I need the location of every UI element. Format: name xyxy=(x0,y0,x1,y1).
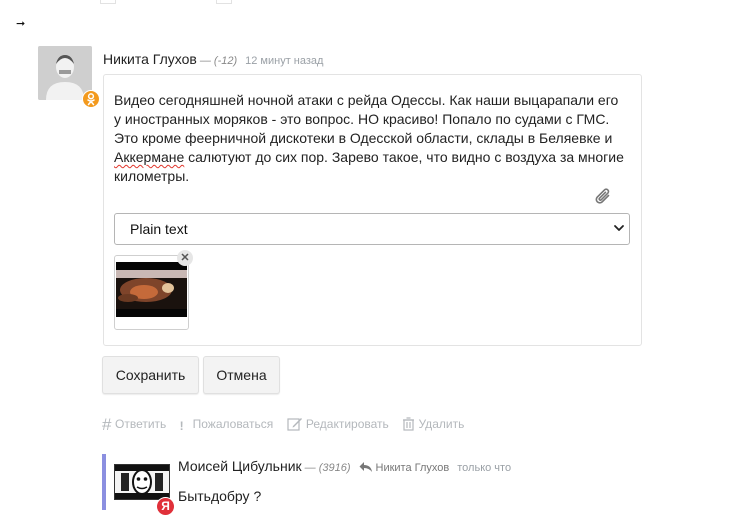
trash-icon xyxy=(216,0,232,4)
edit-action[interactable]: Редактировать xyxy=(286,417,389,431)
avatar[interactable] xyxy=(114,464,170,500)
reply-arrow-icon xyxy=(359,462,372,472)
editor-text-tail: салютуют до сих пор. Зарево такое, что в… xyxy=(114,149,624,184)
misspelled-word: Аккермане xyxy=(114,149,185,165)
author-rating: — (3916) xyxy=(304,462,351,474)
comment-textarea[interactable]: Видео сегодняшней ночной атаки с рейда О… xyxy=(114,91,624,186)
cancel-button[interactable]: Отмена xyxy=(203,356,280,394)
editor-text: Видео сегодняшней ночной атаки с рейда О… xyxy=(114,92,619,146)
attachment-thumbnail[interactable] xyxy=(114,255,189,330)
edit-icon xyxy=(100,0,116,4)
odnoklassniki-icon xyxy=(82,90,100,108)
exclamation-icon: ! xyxy=(179,419,184,433)
trash-icon xyxy=(403,417,415,431)
paperclip-icon[interactable] xyxy=(593,185,615,207)
comment-timestamp[interactable]: 12 минут назад xyxy=(245,55,323,67)
edit-label: Редактировать xyxy=(305,417,389,431)
report-action[interactable]: ! Пожаловаться xyxy=(180,417,274,433)
text-format-value: Plain text xyxy=(130,221,188,237)
author-rating: — (-12) xyxy=(199,55,238,67)
comment-meta: Никита Глухов — (-12) 12 минут назад xyxy=(103,51,323,67)
comment-editor: Видео сегодняшней ночной атаки с рейда О… xyxy=(103,74,642,346)
report-label: Пожаловаться xyxy=(192,417,274,431)
comment-timestamp[interactable]: только что xyxy=(457,462,511,474)
text-format-select[interactable]: Plain text xyxy=(114,213,630,245)
collapse-arrow-icon[interactable]: ➞ xyxy=(16,18,25,30)
author-link[interactable]: Никита Глухов xyxy=(103,51,197,67)
hash-icon: # xyxy=(102,415,112,434)
reply-to-name: Никита Глухов xyxy=(375,462,450,474)
author-link[interactable]: Моисей Цибульник xyxy=(178,458,302,474)
video-preview-image xyxy=(116,262,187,317)
delete-action[interactable]: Удалить xyxy=(402,417,464,431)
reply-comment: Я Моисей Цибульник — (3916) Никита Глухов т… xyxy=(102,454,702,516)
save-button[interactable]: Сохранить xyxy=(102,356,199,394)
reply-action[interactable]: # Ответить xyxy=(102,415,166,435)
previous-comment-actions xyxy=(100,0,460,4)
comment-meta: Моисей Цибульник — (3916) Никита Глухов тол… xyxy=(178,458,511,474)
delete-label: Удалить xyxy=(418,417,465,431)
thread-indicator xyxy=(102,454,106,510)
chevron-down-icon xyxy=(614,225,624,231)
comment-text: Бытьдобру ? xyxy=(178,488,262,504)
yandex-icon: Я xyxy=(156,497,175,516)
reply-label: Ответить xyxy=(115,417,167,431)
remove-attachment-button[interactable]: ✕ xyxy=(177,250,193,266)
avatar-image xyxy=(115,465,169,499)
reply-to-link[interactable]: Никита Глухов xyxy=(359,462,450,474)
comment-actions: # Ответить ! Пожаловаться Редактировать Уд… xyxy=(102,415,474,435)
edit-icon xyxy=(286,418,302,431)
